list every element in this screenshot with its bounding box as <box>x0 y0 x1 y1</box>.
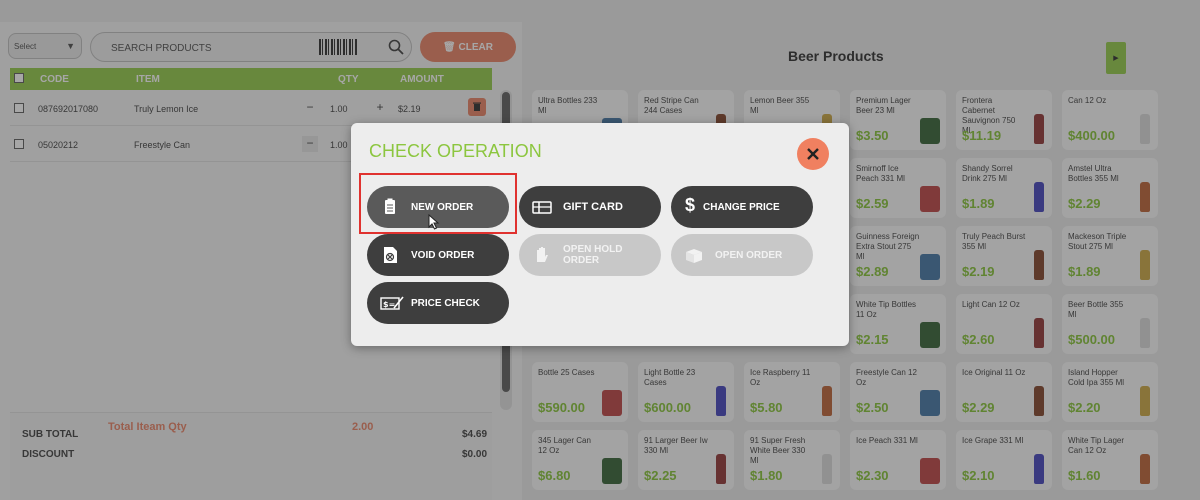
price-check-button[interactable]: $= PRICE CHECK <box>367 282 509 324</box>
void-order-button[interactable]: VOID ORDER <box>367 234 509 276</box>
price-check-label: PRICE CHECK <box>411 298 480 309</box>
gift-card-icon <box>532 201 552 214</box>
open-order-button[interactable]: OPEN ORDER <box>671 234 813 276</box>
price-check-icon: $= <box>380 296 404 310</box>
void-document-icon <box>384 247 397 263</box>
open-box-icon <box>686 249 702 263</box>
mouse-cursor-icon <box>428 214 440 230</box>
dialog-title: CHECK OPERATION <box>369 141 542 161</box>
check-operation-dialog: CHECK OPERATION NEW ORDER GIFT CARD $ CH… <box>351 123 849 346</box>
svg-text:$=: $= <box>383 300 395 309</box>
change-price-label: CHANGE PRICE <box>703 202 780 213</box>
void-order-label: VOID ORDER <box>411 250 475 261</box>
hand-icon <box>537 247 548 262</box>
open-hold-order-button[interactable]: OPEN HOLD ORDER <box>519 234 661 276</box>
change-price-button[interactable]: $ CHANGE PRICE <box>671 186 813 228</box>
open-hold-order-label: OPEN HOLD ORDER <box>563 244 623 266</box>
close-icon <box>807 148 819 160</box>
gift-card-button[interactable]: GIFT CARD <box>519 186 661 228</box>
close-button[interactable] <box>797 138 829 170</box>
gift-card-label: GIFT CARD <box>563 201 623 213</box>
open-order-label: OPEN ORDER <box>715 250 783 261</box>
